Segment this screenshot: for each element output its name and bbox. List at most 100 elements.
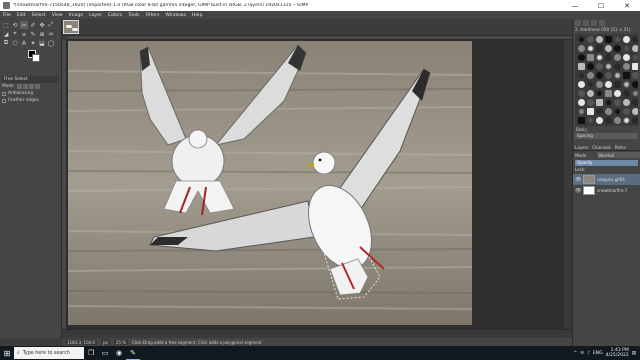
brushes-grid[interactable] bbox=[575, 34, 638, 126]
close-button[interactable]: ✕ bbox=[614, 0, 640, 11]
brush-preview[interactable] bbox=[587, 81, 594, 88]
image-canvas[interactable] bbox=[68, 41, 472, 325]
brush-preview[interactable] bbox=[605, 99, 612, 106]
ellipse-select-tool-icon[interactable]: ⌀ bbox=[20, 30, 28, 38]
minimize-button[interactable]: — bbox=[562, 0, 588, 11]
pencil-tool-icon[interactable]: ✎ bbox=[29, 30, 37, 38]
menu-filters[interactable]: Filters bbox=[146, 13, 160, 18]
brush-preview[interactable] bbox=[587, 45, 594, 52]
menu-image[interactable]: Image bbox=[69, 13, 83, 18]
brush-preview[interactable] bbox=[614, 99, 621, 106]
brush-preview[interactable] bbox=[623, 72, 630, 79]
brush-preview[interactable] bbox=[632, 36, 638, 43]
brush-preview[interactable] bbox=[632, 63, 638, 70]
antialiasing-option[interactable]: Antialiasing bbox=[2, 90, 59, 97]
dodge-tool-icon[interactable]: ◯ bbox=[47, 39, 55, 47]
taskbar-search-box[interactable]: ⌕ Type here to search bbox=[14, 347, 84, 359]
brush-preview[interactable] bbox=[605, 90, 612, 97]
layer-row[interactable]: 👁 snowtmarfire-7 bbox=[573, 185, 640, 196]
brush-preview[interactable] bbox=[578, 54, 585, 61]
file-explorer-icon[interactable]: ▭ bbox=[98, 346, 112, 360]
brush-preview[interactable] bbox=[605, 54, 612, 61]
brush-preview[interactable] bbox=[614, 36, 621, 43]
brush-preview[interactable] bbox=[596, 63, 603, 70]
vertical-scrollbar[interactable] bbox=[564, 40, 572, 329]
tab-channels[interactable]: Channels bbox=[592, 145, 611, 150]
visibility-eye-icon[interactable]: 👁 bbox=[575, 188, 581, 194]
gimp-taskbar-icon[interactable]: ✎ bbox=[126, 346, 140, 360]
unit-select[interactable]: px bbox=[101, 339, 110, 345]
brush-preview[interactable] bbox=[623, 36, 630, 43]
brush-preview[interactable] bbox=[614, 63, 621, 70]
brush-preview[interactable] bbox=[605, 72, 612, 79]
text-tool-icon[interactable]: A bbox=[20, 39, 28, 47]
brush-preview[interactable] bbox=[605, 45, 612, 52]
layer-row[interactable]: 👁 seagulls.gif64 bbox=[573, 174, 640, 185]
brush-preview[interactable] bbox=[623, 117, 630, 124]
heal-tool-icon[interactable]: ✦ bbox=[29, 39, 37, 47]
menu-edit[interactable]: Edit bbox=[17, 13, 26, 18]
brush-preview[interactable] bbox=[605, 81, 612, 88]
brush-preview[interactable] bbox=[596, 108, 603, 115]
feather-checkbox[interactable] bbox=[2, 98, 6, 103]
brush-preview[interactable] bbox=[587, 54, 594, 61]
brush-preview[interactable] bbox=[632, 90, 638, 97]
document-history-tab-icon[interactable] bbox=[599, 20, 605, 26]
brush-preview[interactable] bbox=[632, 54, 638, 61]
keyboard-language[interactable]: ENG bbox=[593, 351, 603, 356]
gradient-tool-icon[interactable]: ◢ bbox=[2, 30, 10, 38]
menu-select[interactable]: Select bbox=[32, 13, 46, 18]
brush-preview[interactable] bbox=[614, 45, 621, 52]
task-view-icon[interactable]: ❐ bbox=[84, 346, 98, 360]
brush-preview[interactable] bbox=[596, 36, 603, 43]
fuzzy-select-tool-icon[interactable]: ⌖ bbox=[11, 30, 19, 38]
patterns-tab-icon[interactable] bbox=[583, 20, 589, 26]
bucket-fill-tool-icon[interactable]: ⬓ bbox=[38, 39, 46, 47]
brush-preview[interactable] bbox=[587, 63, 594, 70]
brush-preview[interactable] bbox=[587, 72, 594, 79]
brush-preview[interactable] bbox=[632, 117, 638, 124]
brush-preview[interactable] bbox=[623, 108, 630, 115]
brush-preview[interactable] bbox=[605, 36, 612, 43]
menu-layer[interactable]: Layer bbox=[89, 13, 102, 18]
notifications-icon[interactable]: ▤ bbox=[632, 351, 636, 356]
brush-preview[interactable] bbox=[587, 117, 594, 124]
clone-tool-icon[interactable]: ⧉ bbox=[2, 39, 10, 47]
browser-icon[interactable]: ◉ bbox=[112, 346, 126, 360]
tab-layers[interactable]: Layers bbox=[575, 145, 588, 150]
free-select-tool-icon[interactable]: ✂ bbox=[20, 21, 28, 29]
image-tab-thumbnail[interactable] bbox=[63, 20, 79, 34]
brush-preview[interactable] bbox=[614, 54, 621, 61]
brush-preview[interactable] bbox=[596, 81, 603, 88]
opacity-slider[interactable]: Opacity bbox=[575, 160, 638, 166]
brush-preview[interactable] bbox=[578, 90, 585, 97]
scale-tool-icon[interactable]: ⤢ bbox=[47, 21, 55, 29]
brush-preview[interactable] bbox=[596, 54, 603, 61]
brush-preview[interactable] bbox=[632, 99, 638, 106]
layer-mode-select[interactable]: Normal bbox=[597, 152, 640, 158]
brush-preview[interactable] bbox=[623, 90, 630, 97]
zoom-select[interactable]: 25 % bbox=[113, 339, 129, 345]
brush-preview[interactable] bbox=[596, 45, 603, 52]
brush-preview[interactable] bbox=[587, 99, 594, 106]
fg-bg-colors[interactable] bbox=[2, 50, 59, 66]
brush-preview[interactable] bbox=[605, 117, 612, 124]
brush-preview[interactable] bbox=[623, 45, 630, 52]
brush-preview[interactable] bbox=[632, 108, 638, 115]
menu-view[interactable]: View bbox=[52, 13, 63, 18]
brush-preview[interactable] bbox=[605, 108, 612, 115]
maximize-button[interactable]: ☐ bbox=[588, 0, 614, 11]
brush-preview[interactable] bbox=[578, 99, 585, 106]
brush-category[interactable]: Basic, bbox=[573, 126, 640, 132]
brush-preview[interactable] bbox=[614, 81, 621, 88]
seagulls-photo[interactable] bbox=[68, 41, 472, 325]
visibility-eye-icon[interactable]: 👁 bbox=[575, 177, 581, 183]
feather-option[interactable]: Feather edges bbox=[2, 97, 59, 104]
brush-preview[interactable] bbox=[587, 108, 594, 115]
brush-preview[interactable] bbox=[605, 63, 612, 70]
menu-file[interactable]: File bbox=[3, 13, 11, 18]
volume-icon[interactable]: ♪ bbox=[587, 351, 590, 356]
brush-preview[interactable] bbox=[623, 63, 630, 70]
horizontal-scrollbar[interactable] bbox=[62, 329, 572, 338]
smudge-tool-icon[interactable]: ♒ bbox=[47, 30, 55, 38]
